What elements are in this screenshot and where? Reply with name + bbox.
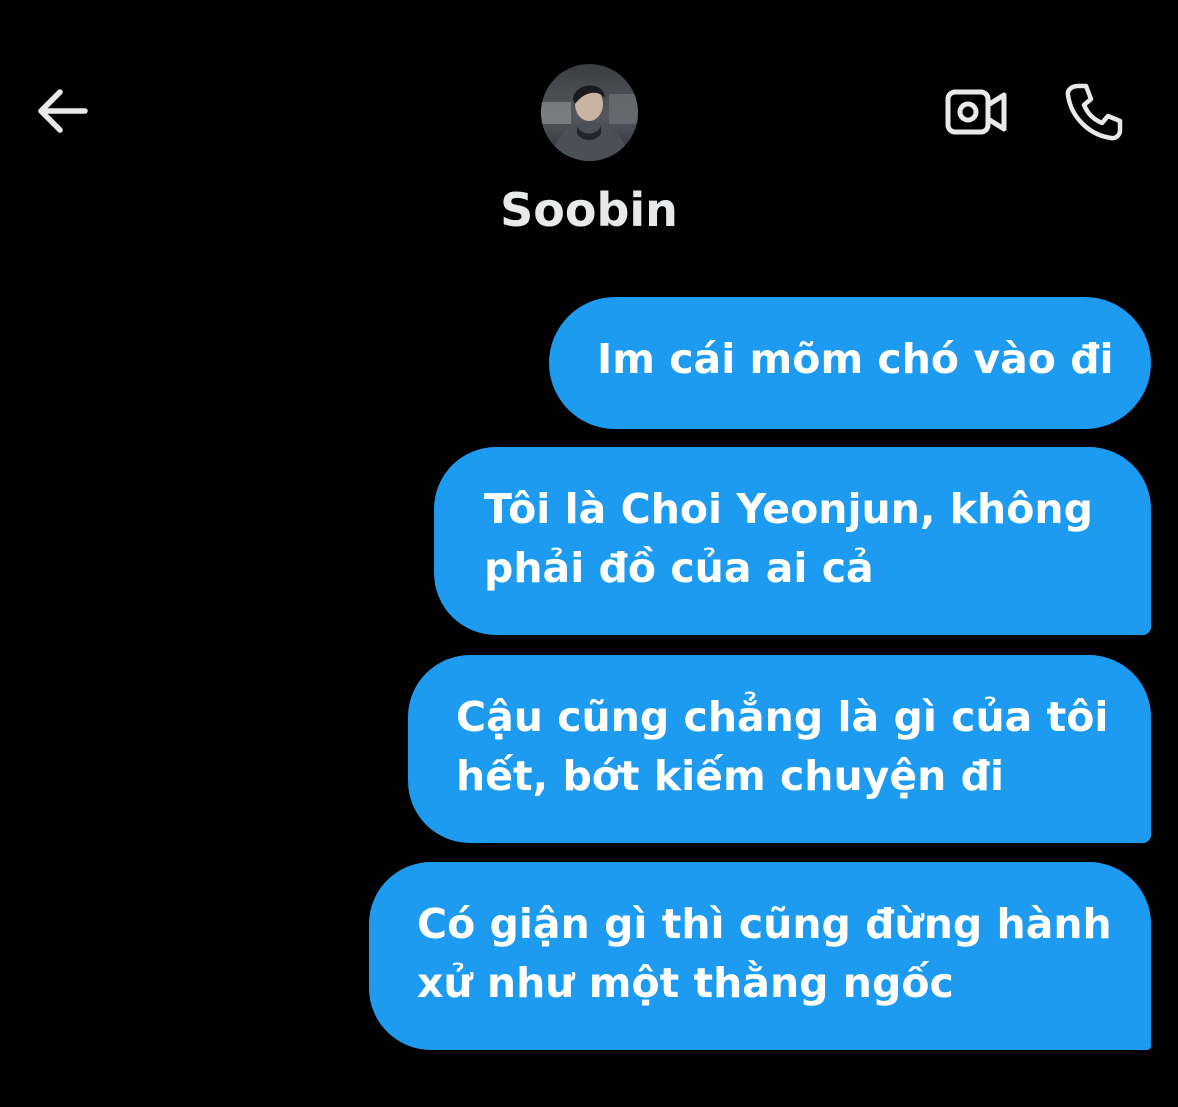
message-line: hết, bớt kiếm chuyện đi: [456, 752, 1005, 800]
message-bubble[interactable]: Có giận gì thì cũng đừng hành xử như một…: [369, 862, 1151, 1050]
message-line: Tôi là Choi Yeonjun, không: [484, 485, 1093, 533]
message-line: Im cái mõm chó vào đi: [597, 335, 1114, 383]
message-bubble[interactable]: Cậu cũng chẳng là gì của tôi hết, bớt ki…: [408, 655, 1151, 843]
message-bubble[interactable]: Im cái mõm chó vào đi: [549, 297, 1151, 429]
arrow-left-icon: [38, 89, 88, 133]
message-line: phải đồ của ai cả: [484, 544, 874, 592]
message-line: Cậu cũng chẳng là gì của tôi: [456, 693, 1109, 741]
phone-icon: [1065, 83, 1123, 141]
video-camera-icon: [945, 89, 1007, 135]
message-line: xử như một thằng ngốc: [417, 959, 954, 1007]
back-button[interactable]: [30, 82, 92, 140]
avatar[interactable]: [541, 64, 638, 161]
video-call-button[interactable]: [940, 80, 1012, 144]
dm-conversation-screen: Soobin Im cái mõm chó vào đi Tôi là Choi…: [0, 0, 1178, 1107]
contact-name[interactable]: Soobin: [0, 178, 1178, 242]
message-line: Có giận gì thì cũng đừng hành: [417, 900, 1112, 948]
phone-call-button[interactable]: [1058, 78, 1130, 146]
message-bubble[interactable]: Tôi là Choi Yeonjun, không phải đồ của a…: [434, 447, 1151, 635]
